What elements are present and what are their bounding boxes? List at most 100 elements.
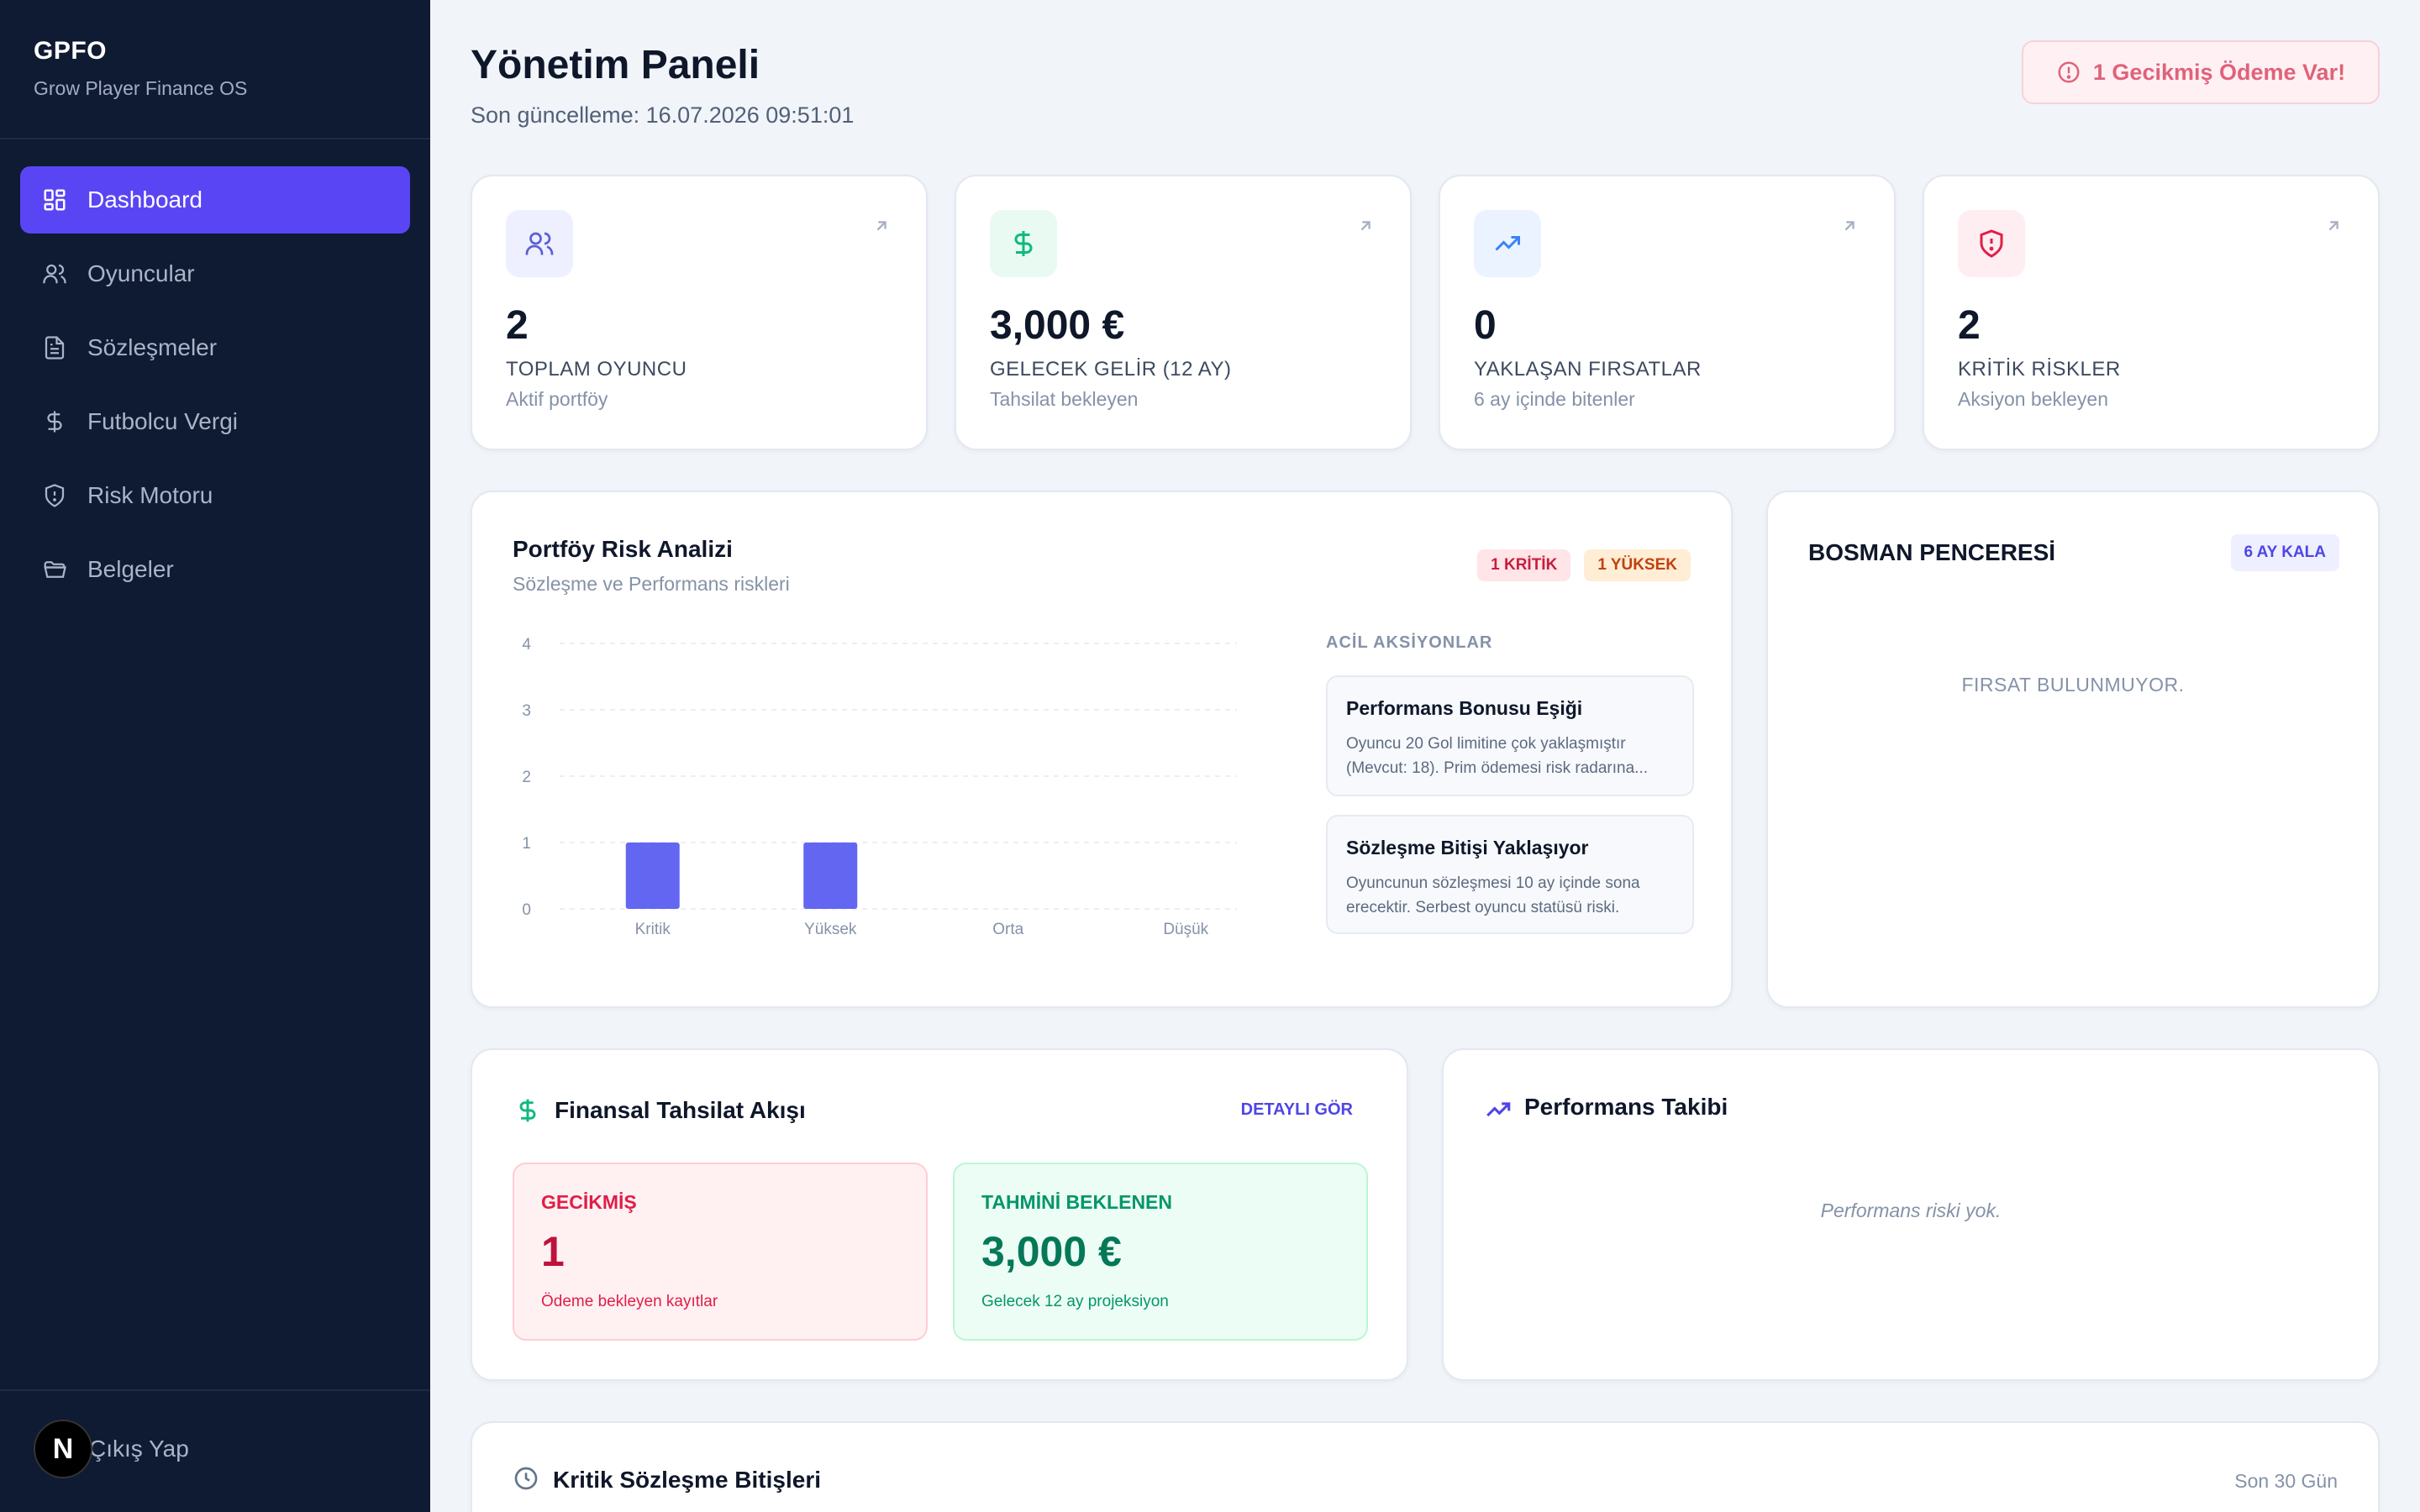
logout-button[interactable]: N Çıkış Yap: [34, 1420, 189, 1478]
critical-badge: 1 KRİTİK: [1477, 549, 1571, 581]
x-tick-label: Düşük: [1163, 921, 1208, 938]
document-icon: [40, 333, 69, 362]
x-tick-label: Orta: [992, 921, 1023, 938]
brand-subtitle: Grow Player Finance OS: [34, 77, 248, 99]
stat-value: 3,000 €: [990, 303, 1125, 348]
page-title: Yönetim Paneli: [471, 43, 760, 87]
finance-flow-card: Finansal Tahsilat Akışı DETAYLI GÖR GECİ…: [471, 1048, 1408, 1381]
sidebar-item-label: Risk Motoru: [87, 482, 213, 508]
stat-card-opportunities[interactable]: 0 YAKLAŞAN FIRSATLAR 6 ay içinde bitenle…: [1439, 175, 1896, 450]
alert-text: 1 Gecikmiş Ödeme Var!: [2092, 59, 2346, 85]
sidebar-item-belgeler[interactable]: Belgeler: [20, 536, 410, 603]
stat-value: 2: [1958, 303, 1981, 348]
stat-card-total-players[interactable]: 2 TOPLAM OYUNCU Aktif portföy: [471, 175, 928, 450]
risk-subtitle: Sözleşme ve Performans riskleri: [513, 573, 790, 595]
action-text: Oyuncunun sözleşmesi 10 ay içinde sona e…: [1346, 874, 1640, 916]
performance-title: Performans Takibi: [1524, 1094, 1728, 1120]
sidebar-item-risk-motoru[interactable]: Risk Motoru: [20, 462, 410, 529]
trending-up-icon: [1486, 1102, 1511, 1117]
shield-icon: [40, 481, 69, 510]
sidebar: GPFO Grow Player Finance OS Dashboard Oy…: [0, 0, 430, 1512]
stat-card-critical-risks[interactable]: 2 KRİTİK RİSKLER Aksiyon bekleyen: [1923, 175, 2380, 450]
stat-sub: Aksiyon bekleyen: [1958, 388, 2108, 410]
actions-heading: ACİL AKSİYONLAR: [1326, 633, 1493, 652]
stat-label: TOPLAM OYUNCU: [506, 358, 687, 381]
stat-sub: Tahsilat bekleyen: [990, 388, 1139, 410]
stat-label: GELECEK GELİR (12 AY): [990, 358, 1232, 381]
sidebar-divider: [0, 138, 430, 139]
sidebar-item-oyuncular[interactable]: Oyuncular: [20, 240, 410, 307]
stat-value: 0: [1474, 303, 1497, 348]
stat-sub: Aktif portföy: [506, 388, 608, 410]
last-updated: Son güncelleme: 16.07.2026 09:51:01: [471, 102, 855, 128]
stat-label: YAKLAŞAN FIRSATLAR: [1474, 358, 1702, 381]
brand-title: GPFO: [34, 37, 108, 65]
bosman-badge: 6 AY KALA: [2230, 534, 2339, 571]
sidebar-item-label: Oyuncular: [87, 260, 195, 286]
x-tick-label: Yüksek: [804, 921, 857, 938]
bar-yüksek[interactable]: [803, 843, 858, 909]
action-item[interactable]: Performans Bonusu Eşiği Oyuncu 20 Gol li…: [1326, 675, 1694, 796]
overdue-alert[interactable]: 1 Gecikmiş Ödeme Var!: [2022, 40, 2380, 104]
users-icon: [506, 210, 573, 277]
bosman-window-card: BOSMAN PENCERESİ 6 AY KALA FIRSAT BULUNM…: [1766, 491, 2380, 1008]
finance-title: Finansal Tahsilat Akışı: [555, 1097, 806, 1123]
clock-icon: [514, 1467, 538, 1490]
stat-sub: 6 ay içinde bitenler: [1474, 388, 1635, 410]
risk-analysis-card: Portföy Risk Analizi Sözleşme ve Perform…: [471, 491, 1733, 1008]
overdue-box[interactable]: GECİKMİŞ 1 Ödeme bekleyen kayıtlar: [513, 1163, 928, 1341]
sidebar-item-sozlesmeler[interactable]: Sözleşmeler: [20, 314, 410, 381]
arrow-up-right-icon: [1360, 221, 1370, 231]
y-tick-label: 2: [522, 769, 531, 786]
high-badge: 1 YÜKSEK: [1584, 549, 1691, 581]
alert-circle-icon: [2058, 61, 2080, 83]
y-tick-label: 4: [522, 636, 531, 654]
sidebar-divider: [0, 1389, 430, 1391]
action-item[interactable]: Sözleşme Bitişi Yaklaşıyor Oyuncunun söz…: [1326, 815, 1694, 934]
sidebar-nav: Dashboard Oyuncular Sözleşmeler Futbolcu…: [20, 166, 410, 610]
avatar[interactable]: N: [34, 1420, 92, 1478]
sidebar-item-label: Belgeler: [87, 556, 174, 582]
expected-label: TAHMİNİ BEKLENEN: [981, 1191, 1173, 1213]
expected-sub: Gelecek 12 ay projeksiyon: [981, 1293, 1169, 1310]
trending-up-icon: [1474, 210, 1541, 277]
arrow-up-right-icon: [2328, 221, 2338, 231]
expected-box[interactable]: TAHMİNİ BEKLENEN 3,000 € Gelecek 12 ay p…: [953, 1163, 1368, 1341]
details-link[interactable]: DETAYLI GÖR: [1241, 1100, 1353, 1120]
performance-card: Performans Takibi Performans riski yok.: [1442, 1048, 2380, 1381]
logout-label: Çıkış Yap: [89, 1436, 189, 1462]
risk-badges: 1 KRİTİK 1 YÜKSEK: [1477, 549, 1691, 581]
action-text: Oyuncu 20 Gol limitine çok yaklaşmıştır …: [1346, 735, 1648, 777]
overdue-sub: Ödeme bekleyen kayıtlar: [541, 1293, 718, 1310]
y-tick-label: 3: [522, 702, 531, 720]
sidebar-item-label: Dashboard: [87, 186, 203, 213]
bar-kritik[interactable]: [625, 843, 680, 909]
bosman-empty: FIRSAT BULUNMUYOR.: [1961, 674, 2185, 696]
dollar-icon: [40, 407, 69, 436]
users-icon: [40, 260, 69, 288]
action-title: Performans Bonusu Eşiği: [1346, 697, 1583, 719]
overdue-value: 1: [541, 1228, 565, 1275]
contract-expiry-card: Kritik Sözleşme Bitişleri Son 30 Gün: [471, 1421, 2380, 1512]
dashboard-grid-icon: [40, 186, 69, 214]
risk-bar-chart: 0 1 2 3 4 Kritik Yüksek Orta Düşük: [522, 636, 1237, 938]
action-title: Sözleşme Bitişi Yaklaşıyor: [1346, 837, 1589, 858]
contracts-range[interactable]: Son 30 Gün: [2234, 1470, 2338, 1493]
sidebar-item-futbolcu-vergi[interactable]: Futbolcu Vergi: [20, 388, 410, 455]
stat-card-future-income[interactable]: 3,000 € GELECEK GELİR (12 AY) Tahsilat b…: [955, 175, 1412, 450]
brand[interactable]: GPFO Grow Player Finance OS: [34, 37, 247, 100]
contracts-title: Kritik Sözleşme Bitişleri: [553, 1467, 822, 1493]
shield-alert-icon: [1958, 210, 2025, 277]
sidebar-item-dashboard[interactable]: Dashboard: [20, 166, 410, 234]
arrow-up-right-icon: [1844, 221, 1854, 231]
arrow-up-right-icon: [876, 221, 886, 231]
folder-icon: [40, 555, 69, 584]
y-tick-label: 1: [522, 835, 531, 853]
stat-value: 2: [506, 303, 529, 348]
risk-title: Portföy Risk Analizi: [513, 536, 733, 562]
sidebar-item-label: Sözleşmeler: [87, 334, 218, 360]
overdue-label: GECİKMİŞ: [541, 1191, 637, 1213]
y-tick-label: 0: [522, 901, 531, 919]
performance-empty: Performans riski yok.: [1820, 1200, 2002, 1221]
stat-label: KRİTİK RİSKLER: [1958, 358, 2121, 381]
